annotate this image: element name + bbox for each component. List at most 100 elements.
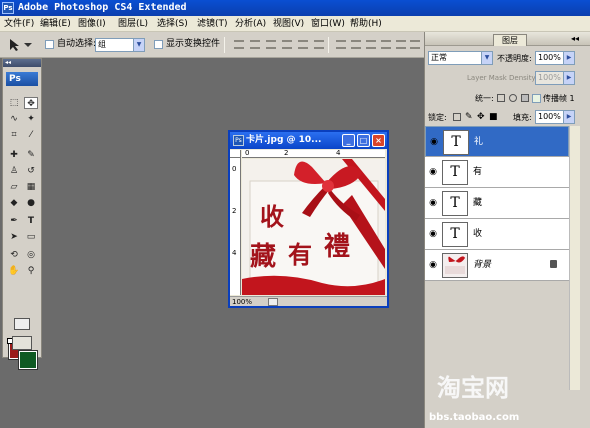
chevron-down-icon: ▼	[481, 52, 492, 64]
panel-collapse-icon[interactable]: ◂◂	[571, 33, 579, 44]
align-vcenter-icon[interactable]	[250, 40, 260, 49]
minimize-icon[interactable]: _	[342, 134, 355, 147]
opacity-input[interactable]: 100% ▶	[535, 51, 575, 65]
screen-mode-icon[interactable]	[12, 336, 32, 350]
layer-row[interactable]: ◉ 背景	[425, 250, 569, 281]
layer-name: 藏	[473, 198, 483, 208]
lasso-tool-icon[interactable]: ∿	[7, 113, 21, 125]
menu-help[interactable]: 帮助(H)	[350, 18, 382, 30]
zoom-tool-icon[interactable]: ⚲	[24, 265, 38, 277]
history-brush-tool-icon[interactable]: ↺	[24, 165, 38, 177]
distribute-top-icon[interactable]	[336, 40, 346, 49]
path-selection-tool-icon[interactable]: ➤	[7, 231, 21, 243]
horizontal-ruler: 0 2 4	[242, 150, 385, 158]
menu-select[interactable]: 选择(S)	[157, 18, 188, 30]
layer-row[interactable]: ◉ T 有	[425, 157, 569, 188]
maximize-icon[interactable]: □	[357, 134, 370, 147]
document-title-bar[interactable]: Ps 卡片.jpg @ 10... _ □ ×	[230, 132, 387, 149]
distribute-right-icon[interactable]	[410, 40, 420, 49]
mask-density-input: 100% ▶	[535, 71, 575, 85]
lock-position-icon[interactable]: ✥	[477, 112, 485, 122]
crop-tool-icon[interactable]: ⌗	[7, 129, 21, 141]
blur-tool-icon[interactable]: ◆	[7, 197, 21, 209]
menu-filter[interactable]: 滤镜(T)	[197, 18, 228, 30]
clone-stamp-tool-icon[interactable]: ♙	[7, 165, 21, 177]
status-menu-icon[interactable]	[268, 298, 278, 306]
layer-row[interactable]: ◉ T 藏	[425, 188, 569, 219]
options-bar: 自动选择: 组 ▼ 显示变换控件	[0, 32, 425, 58]
distribute-vcenter-icon[interactable]	[351, 40, 361, 49]
menu-view[interactable]: 视图(V)	[273, 18, 304, 30]
align-bottom-icon[interactable]	[266, 40, 276, 49]
type-tool-icon[interactable]: T	[24, 215, 38, 227]
hand-tool-icon[interactable]: ✋	[7, 265, 21, 277]
ruler-origin[interactable]	[230, 150, 241, 158]
align-right-icon[interactable]	[314, 40, 324, 49]
dodge-tool-icon[interactable]: ●	[24, 197, 38, 209]
align-top-icon[interactable]	[234, 40, 244, 49]
3d-orbit-tool-icon[interactable]: ◎	[24, 249, 38, 261]
unify-position-icon[interactable]	[497, 94, 505, 102]
eye-icon[interactable]: ◉	[427, 228, 439, 240]
eye-icon[interactable]: ◉	[427, 197, 439, 209]
gradient-tool-icon[interactable]: ▦	[24, 181, 38, 193]
ruler-v-label: 4	[232, 249, 237, 257]
align-hcenter-icon[interactable]	[298, 40, 308, 49]
brush-tool-icon[interactable]: ✎	[24, 149, 38, 161]
eye-icon[interactable]: ◉	[428, 136, 440, 148]
magic-wand-tool-icon[interactable]: ✦	[24, 113, 38, 125]
blend-mode-dropdown[interactable]: 正常 ▼	[428, 51, 493, 65]
distribute-bottom-icon[interactable]	[366, 40, 376, 49]
distribute-hcenter-icon[interactable]	[396, 40, 406, 49]
background-color-swatch[interactable]	[18, 350, 38, 370]
eraser-tool-icon[interactable]: ▱	[7, 181, 21, 193]
auto-select-dropdown[interactable]: 组 ▼	[95, 38, 145, 52]
pen-tool-icon[interactable]: ✒	[7, 215, 21, 227]
healing-brush-tool-icon[interactable]: ✚	[7, 149, 21, 161]
chevron-right-icon[interactable]: ▶	[563, 52, 574, 64]
move-tool-preset-icon[interactable]	[8, 38, 34, 52]
3d-rotate-tool-icon[interactable]: ⟲	[7, 249, 21, 261]
lock-pixels-icon[interactable]: ✎	[465, 112, 473, 122]
layer-row[interactable]: ◉ T 收	[425, 219, 569, 250]
unify-style-icon[interactable]	[521, 94, 529, 102]
menu-analysis[interactable]: 分析(A)	[235, 18, 266, 30]
auto-select-value: 组	[98, 40, 106, 49]
align-left-icon[interactable]	[282, 40, 292, 49]
marquee-tool-icon[interactable]: ⬚	[7, 97, 21, 109]
document-title: 卡片.jpg @ 10...	[246, 135, 322, 145]
tools-panel-header[interactable]: ◂◂	[3, 59, 41, 67]
show-transform-checkbox[interactable]	[154, 40, 163, 49]
menu-edit[interactable]: 编辑(E)	[40, 18, 71, 30]
move-tool-icon[interactable]: ✥	[24, 97, 38, 109]
shape-tool-icon[interactable]: ▭	[24, 231, 38, 243]
lock-transparency-icon[interactable]	[453, 113, 461, 121]
zoom-level[interactable]: 100%	[232, 298, 252, 306]
layer-row[interactable]: ◉ T 礼	[425, 126, 569, 157]
menu-file[interactable]: 文件(F)	[4, 18, 34, 30]
chevron-down-icon: ▼	[133, 39, 144, 51]
tab-layers[interactable]: 图层	[493, 34, 527, 46]
lock-all-icon[interactable]: ■	[489, 112, 498, 122]
lock-label: 锁定:	[428, 113, 447, 122]
fill-input[interactable]: 100% ▶	[535, 110, 575, 124]
opacity-value: 100%	[538, 53, 561, 62]
chevron-right-icon[interactable]: ▶	[563, 111, 574, 123]
auto-select-checkbox[interactable]	[45, 40, 54, 49]
propagate-frame-checkbox[interactable]	[532, 94, 541, 103]
menu-image[interactable]: 图像(I)	[78, 18, 106, 30]
unify-visibility-icon[interactable]	[509, 94, 517, 102]
menu-window[interactable]: 窗口(W)	[311, 18, 345, 30]
menu-layer[interactable]: 图层(L)	[118, 18, 148, 30]
document-canvas[interactable]: 收 藏 有 禮	[242, 159, 385, 295]
layer-name: 收	[473, 229, 483, 239]
layers-panel: 图层 ◂◂ 正常 ▼ 不透明度: 100% ▶ Layer Mask Densi…	[424, 32, 590, 428]
distribute-left-icon[interactable]	[381, 40, 391, 49]
eyedropper-tool-icon[interactable]: ⁄	[24, 129, 38, 141]
photoshop-app-icon[interactable]: Ps	[2, 2, 14, 14]
eye-icon[interactable]: ◉	[427, 166, 439, 178]
quick-mask-icon[interactable]	[14, 318, 30, 330]
layers-scrollbar[interactable]	[569, 126, 580, 390]
eye-icon[interactable]: ◉	[427, 259, 439, 271]
close-icon[interactable]: ×	[372, 134, 385, 147]
